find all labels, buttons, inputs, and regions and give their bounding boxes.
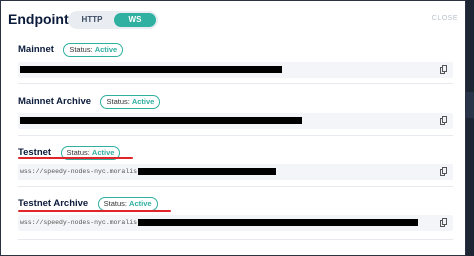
endpoint-url-text: wss://speedy-nodes-nyc.moralis.io/: [20, 168, 153, 175]
status-badge: Status: Active: [97, 196, 158, 211]
copy-icon[interactable]: [440, 65, 447, 75]
divider: [18, 186, 453, 187]
endpoint-header: Mainnet Archive Status: Active: [18, 93, 161, 109]
annotation-underline: [18, 210, 171, 212]
status-value: Active: [91, 147, 115, 157]
endpoint-url-field[interactable]: [18, 62, 453, 78]
endpoint-url-field[interactable]: wss://speedy-nodes-nyc.moralis.io/: [18, 164, 453, 180]
status-label: Status:: [106, 96, 130, 106]
redacted-block: [20, 66, 282, 73]
modal-title: Endpoints: [8, 11, 77, 27]
redacted-block: [138, 219, 418, 226]
endpoint-url-field[interactable]: [18, 113, 453, 129]
divider: [18, 135, 453, 136]
status-label: Status:: [69, 44, 93, 54]
copy-icon[interactable]: [440, 218, 447, 228]
endpoint-name: Mainnet Archive: [18, 96, 92, 108]
modal-header: Endpoints HTTP WS CLOSE: [8, 9, 460, 31]
background-accent: [466, 92, 474, 118]
status-badge: Status: Active: [63, 42, 124, 57]
endpoint-name: Mainnet: [18, 44, 54, 56]
status-badge: Status: Active: [100, 94, 161, 109]
status-label: Status:: [66, 147, 90, 157]
protocol-toggle: HTTP WS: [68, 11, 158, 29]
tab-http[interactable]: HTTP: [72, 13, 112, 27]
redacted-block: [20, 117, 302, 124]
endpoints-modal: Endpoints HTTP WS CLOSE Mainnet Status: A…: [0, 0, 466, 256]
background-strip: [466, 0, 474, 256]
endpoint-name: Testnet Archive: [18, 198, 89, 210]
endpoint-header: Mainnet Status: Active: [18, 41, 124, 57]
annotation-underline: [18, 157, 133, 159]
status-label: Status:: [103, 198, 128, 208]
close-button[interactable]: CLOSE: [432, 15, 458, 22]
status-value: Active: [131, 96, 155, 106]
redacted-block: [138, 168, 276, 175]
divider: [18, 239, 453, 240]
divider: [18, 83, 453, 84]
copy-icon[interactable]: [440, 167, 447, 177]
status-value: Active: [129, 198, 152, 208]
status-value: Active: [94, 44, 118, 54]
endpoint-url-text: wss://speedy-nodes-nyc.moralis.io/: [20, 219, 153, 226]
tab-ws[interactable]: WS: [114, 13, 156, 27]
endpoint-header: Testnet Archive Status: Active: [18, 195, 158, 211]
copy-icon[interactable]: [440, 116, 447, 126]
endpoint-url-field[interactable]: wss://speedy-nodes-nyc.moralis.io/: [18, 215, 453, 231]
